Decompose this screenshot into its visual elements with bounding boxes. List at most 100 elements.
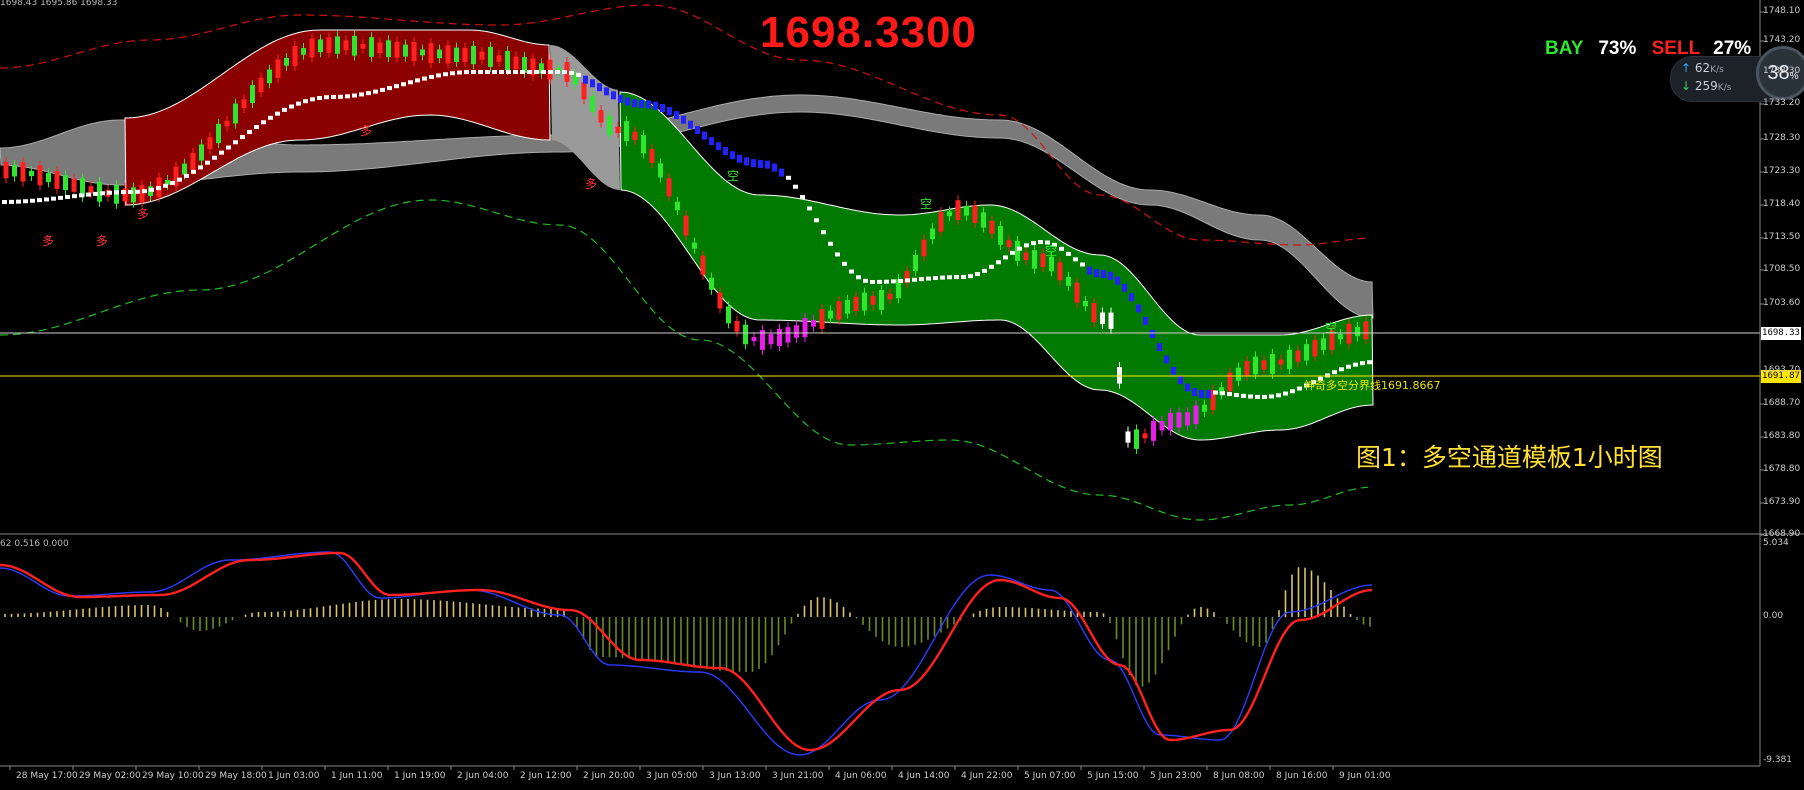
price-axis-label: 1688.70	[1763, 398, 1801, 408]
price-axis-label: 1703.60	[1763, 298, 1801, 308]
upload-arrow-icon: ↑	[1681, 61, 1692, 75]
trend-dot	[856, 275, 861, 280]
upload-rate: ↑ 62K/s	[1681, 61, 1724, 75]
trend-dot	[646, 100, 651, 109]
trend-dot	[814, 218, 819, 223]
trend-dot	[317, 95, 322, 100]
time-axis-label: 4 Jun 22:00	[961, 771, 1013, 781]
trend-dot	[303, 99, 308, 104]
trend-dot	[1073, 257, 1078, 262]
time-axis-label: 9 Jun 01:00	[1339, 771, 1391, 781]
trend-dot	[156, 186, 161, 191]
trend-dot	[107, 190, 112, 195]
trend-dot	[135, 189, 140, 194]
trend-dot	[114, 190, 119, 195]
green-channel-band	[619, 91, 1374, 441]
trend-dot	[429, 74, 434, 79]
trend-dot	[1227, 392, 1232, 397]
trend-dot	[961, 274, 966, 279]
trend-dot	[205, 160, 210, 165]
current-price-display: 1698.3300	[760, 8, 977, 57]
trend-dot	[198, 165, 203, 170]
trend-dot	[702, 131, 707, 140]
trend-dot	[1115, 276, 1120, 285]
trend-dot	[954, 275, 959, 280]
time-axis-label: 4 Jun 06:00	[835, 771, 887, 781]
trend-dot	[471, 70, 476, 74]
indicator-axis-label: 5.034	[1763, 538, 1789, 548]
trend-dot	[555, 70, 560, 74]
indicator-axis-label: 0.00	[1763, 611, 1784, 621]
price-axis-label: 1683.80	[1763, 431, 1801, 441]
buy-signal-marker: 多	[42, 234, 54, 248]
price-axis-label: 1733.20	[1763, 98, 1801, 108]
chart-canvas[interactable]: 多多多多多空空空空	[0, 0, 1804, 790]
sell-signal-marker: 空	[727, 169, 739, 183]
trend-dot	[1241, 393, 1246, 398]
trend-dot	[527, 70, 532, 74]
bay-label: BAY	[1545, 38, 1584, 59]
trend-dot	[478, 70, 483, 74]
time-axis-label: 2 Jun 12:00	[520, 771, 572, 781]
time-axis-label: 1 Jun 11:00	[331, 771, 383, 781]
buy-signal-marker: 多	[96, 234, 108, 248]
trend-dot	[1059, 246, 1064, 251]
trend-dot	[233, 140, 238, 145]
buy-signal-marker: 多	[137, 207, 149, 221]
time-axis-label: 29 May 10:00	[142, 771, 204, 781]
trend-dot	[884, 279, 889, 284]
trend-dot	[1234, 393, 1239, 398]
trend-dot	[121, 190, 126, 195]
trend-dot	[891, 279, 896, 284]
trend-dot	[905, 278, 910, 283]
trend-dot	[1213, 390, 1218, 395]
trend-dot	[1094, 269, 1099, 278]
trend-dot	[1031, 241, 1036, 246]
trend-dot	[1164, 355, 1169, 364]
trend-dot	[940, 275, 945, 280]
trend-dot	[695, 126, 700, 135]
trend-dot	[1283, 391, 1288, 396]
time-axis-label: 29 May 02:00	[79, 771, 141, 781]
time-axis-label: 28 May 17:00	[16, 771, 78, 781]
trend-dot	[86, 192, 91, 197]
trend-dot	[1367, 360, 1372, 365]
trend-dot	[380, 87, 385, 92]
trend-dot	[1255, 394, 1260, 399]
time-axis-label: 4 Jun 14:00	[898, 771, 950, 781]
trend-dot	[576, 72, 581, 77]
buy-signal-marker: 多	[360, 124, 372, 138]
trend-dot	[1101, 270, 1106, 279]
trend-dot	[583, 75, 588, 84]
trend-dot	[1108, 271, 1113, 280]
price-axis-label: 1678.80	[1763, 464, 1801, 474]
trend-dot	[282, 107, 287, 112]
trend-dot	[1003, 255, 1008, 260]
trend-dot	[1269, 394, 1274, 399]
trend-dot	[79, 193, 84, 198]
trend-dot	[345, 94, 350, 99]
trend-dot	[793, 184, 798, 189]
time-axis-label: 3 Jun 13:00	[709, 771, 761, 781]
price-axis-label: 1743.20	[1763, 35, 1801, 45]
download-rate: ↓ 259K/s	[1681, 79, 1732, 93]
time-axis-label: 1 Jun 03:00	[268, 771, 320, 781]
trend-dot	[1290, 389, 1295, 394]
trend-dot	[1199, 389, 1204, 398]
trend-dot	[499, 70, 504, 74]
trend-dot	[394, 84, 399, 89]
trend-dot	[716, 142, 721, 151]
trend-dot	[730, 151, 735, 160]
current-price-tag: 1698.33	[1761, 327, 1801, 340]
price-axis-label: 1738.30	[1763, 66, 1801, 76]
trend-dot	[415, 78, 420, 83]
trend-dot	[674, 111, 679, 120]
trend-dot	[2, 199, 7, 204]
trend-dot	[926, 276, 931, 281]
trend-dot	[1010, 250, 1015, 255]
trend-dot	[611, 91, 616, 100]
trend-dot	[513, 70, 518, 74]
trend-dot	[1129, 293, 1134, 302]
trend-dot	[72, 194, 77, 199]
trend-dot	[261, 120, 266, 125]
